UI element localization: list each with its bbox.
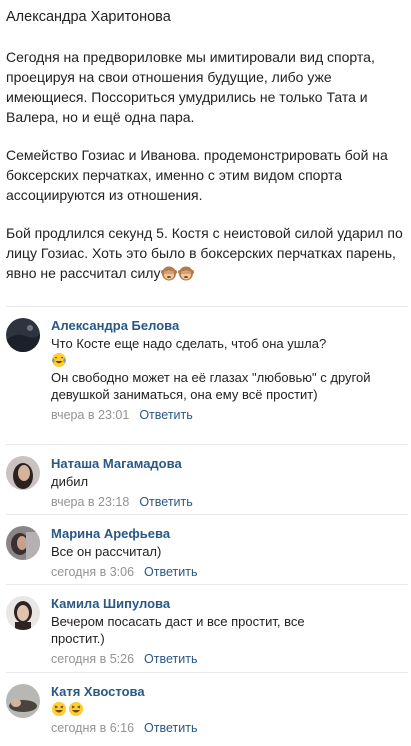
reply-button[interactable]: Ответить bbox=[139, 495, 192, 509]
reply-button[interactable]: Ответить bbox=[144, 652, 197, 666]
comment-text: Все он рассчитал) bbox=[51, 544, 162, 559]
post-page: Александра Харитонова Сегодня на предвор… bbox=[0, 0, 411, 746]
comment-meta: сегодня в 3:06 Ответить bbox=[51, 564, 408, 581]
see-no-evil-monkey-icon bbox=[161, 266, 178, 281]
comment-text-line: Он свободно может на её глазах "любовью"… bbox=[51, 370, 371, 402]
see-no-evil-monkey-icon bbox=[178, 266, 195, 281]
post-paragraph-last: Бой продлился секунд 5. Костя с неистово… bbox=[6, 223, 405, 283]
tears-of-joy-icon bbox=[52, 353, 66, 367]
avatar[interactable] bbox=[6, 526, 40, 560]
avatar[interactable] bbox=[6, 596, 40, 630]
post-paragraph: Семейство Гозиас и Иванова. продемонстри… bbox=[6, 147, 388, 203]
laughing-face-icon bbox=[69, 702, 83, 716]
reply-button[interactable]: Ответить bbox=[144, 565, 197, 579]
comment: Камила Шипулова Вечером посасать даст и … bbox=[6, 584, 408, 672]
comment-text: Что Косте еще надо сделать, чтоб она ушл… bbox=[51, 335, 408, 403]
comment-meta: вчера в 23:01 Ответить bbox=[51, 407, 408, 424]
comment: Катя Хвостова сегодня в 6:16 Ответить bbox=[6, 672, 408, 736]
reply-button[interactable]: Ответить bbox=[144, 721, 197, 735]
comment-author[interactable]: Александра Белова bbox=[51, 317, 408, 334]
laughing-face-icon bbox=[52, 702, 66, 716]
comment-author[interactable]: Катя Хвостова bbox=[51, 683, 408, 700]
comment-author[interactable]: Марина Арефьева bbox=[51, 525, 408, 542]
comment-text: Вечером посасать даст и все простит, все… bbox=[51, 614, 305, 646]
comment-text-line: Что Косте еще надо сделать, чтоб она ушл… bbox=[51, 336, 327, 351]
post-text: Сегодня на предвориловке мы имитировали … bbox=[6, 47, 405, 283]
comment-author[interactable]: Наташа Магамадова bbox=[51, 455, 408, 472]
comment: Марина Арефьева Все он рассчитал) сегодн… bbox=[6, 514, 408, 584]
comment-text bbox=[51, 701, 408, 718]
comment-author[interactable]: Камила Шипулова bbox=[51, 595, 408, 612]
comment-date[interactable]: сегодня в 6:16 bbox=[51, 721, 134, 735]
avatar[interactable] bbox=[6, 318, 40, 352]
comment-meta: вчера в 23:18 Ответить bbox=[51, 494, 408, 511]
avatar[interactable] bbox=[6, 684, 40, 718]
post-paragraph: Сегодня на предвориловке мы имитировали … bbox=[6, 49, 375, 125]
comment-text: дибил bbox=[51, 474, 89, 489]
comment-date[interactable]: вчера в 23:18 bbox=[51, 495, 129, 509]
comment-meta: сегодня в 6:16 Ответить bbox=[51, 720, 408, 737]
comment-date[interactable]: сегодня в 3:06 bbox=[51, 565, 134, 579]
comment-meta: сегодня в 5:26 Ответить bbox=[51, 651, 408, 668]
post-paragraph-text: Бой продлился секунд 5. Костя с неистово… bbox=[6, 225, 403, 281]
comment-date[interactable]: вчера в 23:01 bbox=[51, 408, 129, 422]
post-author[interactable]: Александра Харитонова bbox=[6, 8, 405, 26]
avatar[interactable] bbox=[6, 456, 40, 490]
comment: Наташа Магамадова дибил вчера в 23:18 Отв… bbox=[6, 444, 408, 514]
comment: Александра Белова Что Косте еще надо сде… bbox=[6, 306, 408, 444]
comments-list: Александра Белова Что Косте еще надо сде… bbox=[0, 306, 411, 736]
comment-date[interactable]: сегодня в 5:26 bbox=[51, 652, 134, 666]
post: Александра Харитонова Сегодня на предвор… bbox=[0, 0, 411, 283]
reply-button[interactable]: Ответить bbox=[139, 408, 192, 422]
